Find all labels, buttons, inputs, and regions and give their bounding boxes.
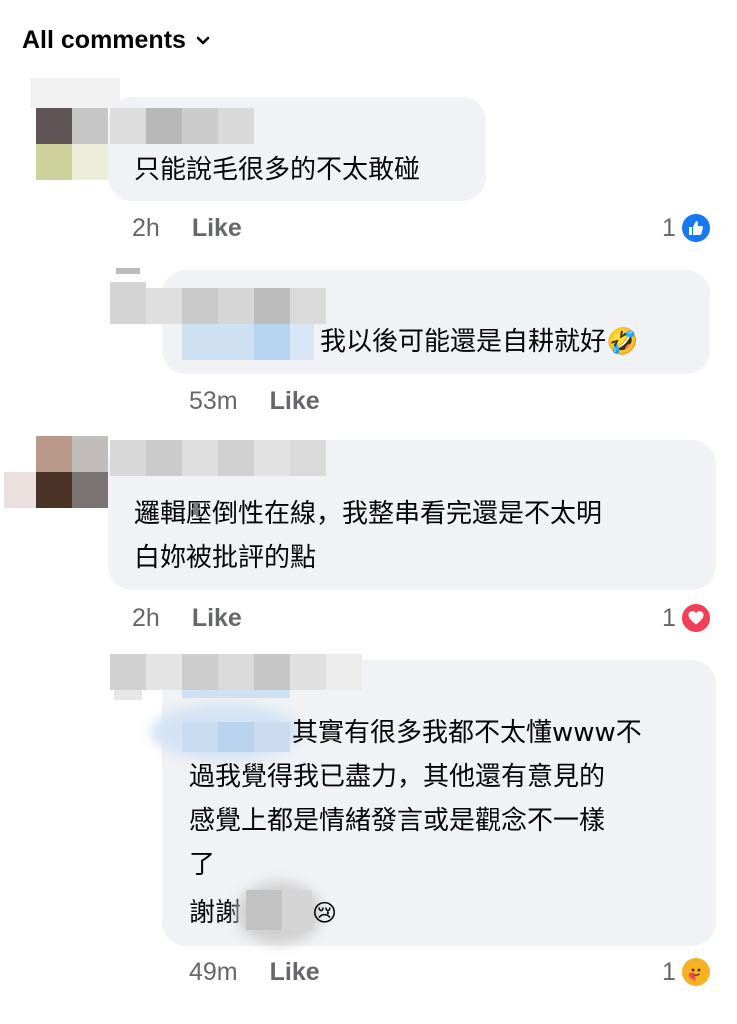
comment-text-line-1: 其實有很多我都不太懂www不 xyxy=(292,718,642,748)
comments-filter-label: All comments xyxy=(22,26,186,54)
like-button[interactable]: Like xyxy=(192,214,242,243)
like-button[interactable]: Like xyxy=(270,958,320,987)
comment-text: 只能說毛很多的不太敢碰 xyxy=(134,155,421,185)
care-reaction-icon xyxy=(679,956,712,988)
reaction-count: 1 xyxy=(662,213,676,242)
comment-text: 我以後可能還是自耕就好🤣 xyxy=(320,327,639,357)
reaction-count: 1 xyxy=(662,603,676,632)
comment-text-line-1: 邏輯壓倒性在線，我整串看完還是不太明 xyxy=(134,499,603,529)
like-button[interactable]: Like xyxy=(270,387,320,416)
reaction-summary[interactable]: 1 xyxy=(662,956,712,988)
chevron-down-icon xyxy=(194,32,212,50)
comment-text-line-5: 謝謝 xyxy=(189,898,242,928)
comment-meta: 53m Like xyxy=(189,387,320,416)
all-comments-filter[interactable]: All comments xyxy=(22,26,212,55)
like-button[interactable]: Like xyxy=(192,604,242,633)
comment-time[interactable]: 2h xyxy=(132,604,160,633)
comment-time[interactable]: 2h xyxy=(132,214,160,243)
comment-meta: 2h Like xyxy=(132,214,242,243)
comment-meta: 49m Like xyxy=(189,958,320,987)
comment-time[interactable]: 53m xyxy=(189,387,238,416)
reaction-summary[interactable]: 1 xyxy=(662,212,712,244)
avatar[interactable] xyxy=(36,108,72,180)
reaction-summary[interactable]: 1 xyxy=(662,602,712,634)
reaction-count: 1 xyxy=(662,957,676,986)
love-reaction-icon xyxy=(679,602,712,634)
comment-text-line-3: 感覺上都是情緒發言或是觀念不一樣 xyxy=(189,806,606,836)
avatar[interactable] xyxy=(36,436,72,508)
comment-text-line-2: 白妳被批評的點 xyxy=(134,543,317,573)
like-reaction-icon xyxy=(679,212,712,244)
comment-time[interactable]: 49m xyxy=(189,958,238,987)
comment-text-line-4: 了 xyxy=(189,850,216,880)
crying-emoji-icon: 😢 xyxy=(312,899,338,927)
comment-text-line-2: 過我覺得我已盡力，其他還有意見的 xyxy=(189,762,606,792)
comment-meta: 2h Like xyxy=(132,604,242,633)
